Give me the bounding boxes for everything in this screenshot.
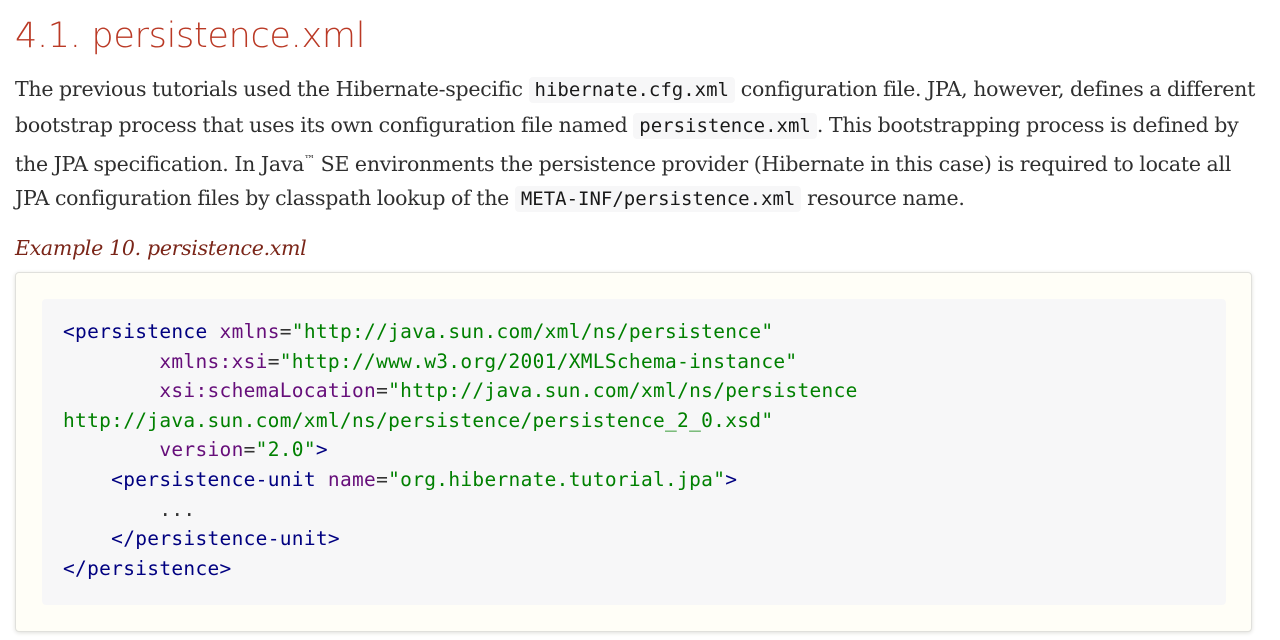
xml-tag-name: persistence bbox=[75, 320, 208, 343]
xml-attribute-name: xmlns bbox=[219, 320, 280, 343]
example-title: Example 10. persistence.xml bbox=[15, 235, 307, 260]
xml-tag-close-bracket: > bbox=[327, 527, 340, 551]
xml-attribute-value: "http://java.sun.com/xml/ns/persistence" bbox=[291, 320, 774, 343]
code-line: xsi:schemaLocation="http://java.sun.com/… bbox=[63, 376, 1226, 406]
paragraph-text-5: resource name. bbox=[807, 186, 965, 211]
code-line: <persistence-unit name="org.hibernate.tu… bbox=[63, 465, 1226, 495]
xml-tag-name: persistence-unit bbox=[123, 467, 316, 491]
code-line: </persistence-unit> bbox=[63, 524, 1226, 554]
xml-tag-name: persistence-unit bbox=[135, 527, 328, 551]
code-line: xmlns:xsi="http://www.w3.org/2001/XMLSch… bbox=[63, 347, 1226, 377]
paragraph-text-1: The previous tutorials used the Hibernat… bbox=[15, 77, 523, 101]
xml-equals: = bbox=[243, 438, 256, 462]
xml-attribute-name: xsi:schemaLocation bbox=[159, 379, 377, 403]
inline-code-meta-inf-path: META-INF/persistence.xml bbox=[514, 186, 802, 213]
xml-attribute-value: "org.hibernate.tutorial.jpa" bbox=[388, 467, 726, 491]
xml-attribute-name: name bbox=[327, 467, 377, 491]
xml-equals: = bbox=[376, 379, 389, 403]
code-line: version="2.0"> bbox=[63, 435, 1226, 465]
xml-tag-close-bracket: > bbox=[725, 467, 738, 491]
xml-equals: = bbox=[376, 467, 389, 491]
inline-code-persistence-xml: persistence.xml bbox=[633, 112, 817, 139]
xml-tag-name: persistence bbox=[87, 556, 220, 580]
code-listing: <persistence xmlns="http://java.sun.com/… bbox=[42, 299, 1226, 605]
xml-attribute-name: xmlns:xsi bbox=[159, 349, 268, 373]
xml-tag-open-bracket: < bbox=[111, 467, 124, 491]
code-ellipsis: ... bbox=[63, 497, 196, 521]
xml-attribute-value: "2.0" bbox=[255, 438, 316, 462]
inline-code-hibernate-cfg: hibernate.cfg.xml bbox=[528, 77, 735, 103]
document-page: 4.1. persistence.xml The previous tutori… bbox=[0, 0, 1280, 640]
code-line: http://java.sun.com/xml/ns/persistence/p… bbox=[63, 406, 1226, 436]
xml-tag-open-bracket: < bbox=[63, 320, 76, 343]
xml-closing-tag-open: </ bbox=[63, 556, 88, 580]
xml-tag-close-bracket: > bbox=[315, 438, 328, 462]
trademark-symbol: ™ bbox=[304, 153, 315, 166]
xml-attribute-name: version bbox=[159, 438, 244, 462]
xml-closing-tag-open: </ bbox=[111, 527, 136, 551]
code-line: ... bbox=[63, 495, 1226, 525]
code-line: <persistence xmlns="http://java.sun.com/… bbox=[63, 317, 1226, 347]
xml-attribute-value: "http://www.w3.org/2001/XMLSchema-instan… bbox=[279, 349, 798, 373]
example-block: <persistence xmlns="http://java.sun.com/… bbox=[15, 272, 1252, 632]
intro-paragraph: The previous tutorials used the Hibernat… bbox=[15, 72, 1260, 217]
code-line: </persistence> bbox=[63, 554, 1226, 584]
xml-equals: = bbox=[279, 320, 292, 343]
xml-tag-close-bracket: > bbox=[219, 556, 232, 580]
xml-attribute-value: "http://java.sun.com/xml/ns/persistence bbox=[388, 379, 858, 403]
xml-attribute-value: http://java.sun.com/xml/ns/persistence/p… bbox=[63, 408, 774, 432]
section-title: 4.1. persistence.xml bbox=[15, 16, 366, 56]
xml-equals: = bbox=[267, 349, 280, 373]
